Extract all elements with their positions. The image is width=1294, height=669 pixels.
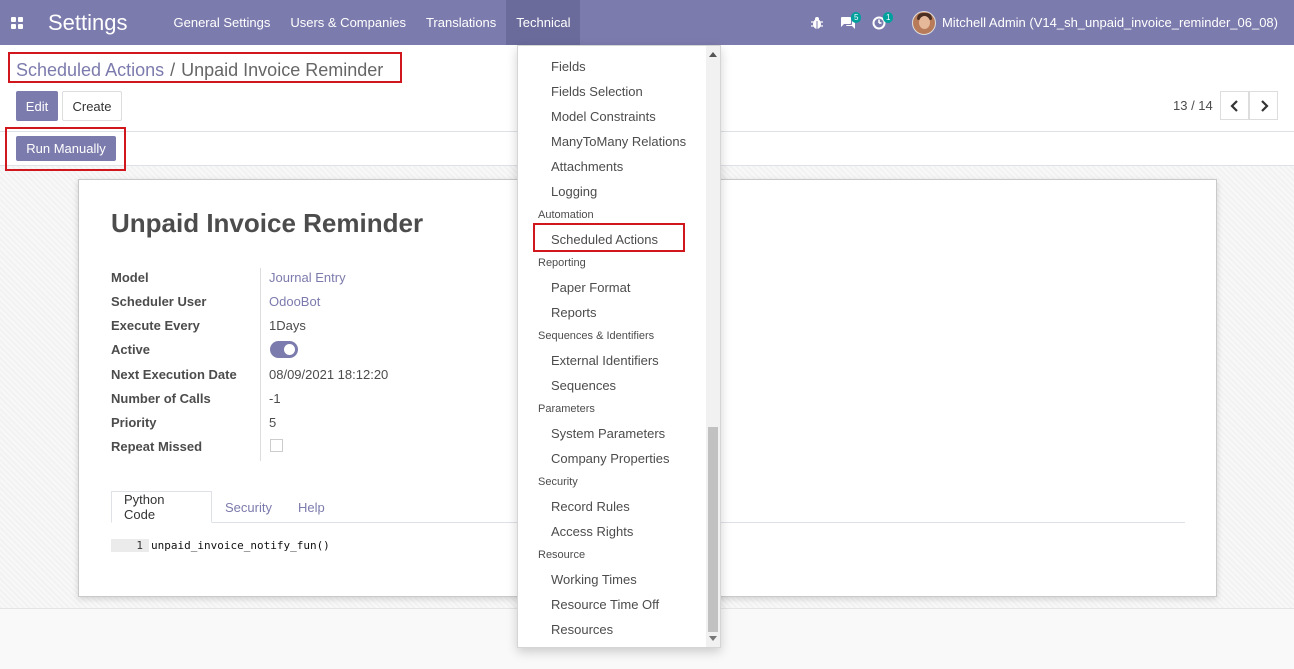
dropdown-header-parameters: Parameters bbox=[538, 403, 595, 415]
breadcrumb-scheduled-actions[interactable]: Scheduled Actions bbox=[16, 60, 164, 81]
dropdown-item-attachments[interactable]: Attachments bbox=[551, 159, 623, 174]
menu-users-companies[interactable]: Users & Companies bbox=[280, 0, 416, 45]
app-title: Settings bbox=[48, 9, 128, 35]
field-value-priority: 5 bbox=[269, 415, 277, 430]
technical-dropdown-menu: Fields Fields Selection Model Constraint… bbox=[517, 45, 721, 648]
field-label-execute-every: Execute Every bbox=[111, 318, 200, 333]
code-editor-line[interactable]: unpaid_invoice_notify_fun() bbox=[151, 539, 330, 552]
dropdown-header-security: Security bbox=[538, 476, 578, 488]
apps-menu-icon[interactable] bbox=[0, 0, 34, 45]
activities-count-badge: 1 bbox=[882, 12, 894, 23]
dropdown-item-sequences[interactable]: Sequences bbox=[551, 378, 616, 393]
field-value-scheduler-user[interactable]: OdooBot bbox=[269, 294, 320, 309]
user-menu-name[interactable]: Mitchell Admin (V14_sh_unpaid_invoice_re… bbox=[942, 15, 1278, 30]
menu-translations[interactable]: Translations bbox=[416, 0, 506, 45]
code-line-number: 1 bbox=[111, 539, 149, 552]
chevron-left-icon bbox=[1229, 99, 1238, 112]
tab-help[interactable]: Help bbox=[286, 491, 337, 523]
breadcrumb: Scheduled Actions / Unpaid Invoice Remin… bbox=[16, 60, 383, 81]
dropdown-header-automation: Automation bbox=[538, 209, 594, 221]
pager-previous-button[interactable] bbox=[1220, 91, 1249, 120]
messages-count-badge: 5 bbox=[850, 12, 862, 23]
messages-icon[interactable]: 5 bbox=[832, 0, 864, 45]
field-value-execute-every: 1Days bbox=[269, 318, 306, 333]
top-navbar: Settings General Settings Users & Compan… bbox=[0, 0, 1294, 45]
create-button[interactable]: Create bbox=[62, 91, 122, 121]
scroll-down-arrow-icon[interactable] bbox=[709, 636, 717, 641]
pager-next-button[interactable] bbox=[1249, 91, 1278, 120]
dropdown-header-sequences-identifiers: Sequences & Identifiers bbox=[538, 330, 655, 342]
dropdown-header-reporting: Reporting bbox=[538, 257, 586, 269]
tab-security[interactable]: Security bbox=[213, 491, 284, 523]
field-value-model[interactable]: Journal Entry bbox=[269, 270, 346, 285]
dropdown-item-external-identifiers[interactable]: External Identifiers bbox=[551, 353, 659, 368]
edit-button[interactable]: Edit bbox=[16, 91, 58, 121]
field-label-scheduler-user: Scheduler User bbox=[111, 294, 207, 309]
field-label-number-of-calls: Number of Calls bbox=[111, 391, 211, 406]
menu-general-settings[interactable]: General Settings bbox=[164, 0, 281, 45]
dropdown-header-resource: Resource bbox=[538, 549, 586, 561]
activities-clock-icon[interactable]: 1 bbox=[864, 0, 894, 45]
field-label-next-execution-date: Next Execution Date bbox=[111, 367, 237, 382]
field-label-active: Active bbox=[111, 342, 151, 357]
dropdown-item-company-properties[interactable]: Company Properties bbox=[551, 451, 670, 466]
pager-value[interactable]: 13 / 14 bbox=[1173, 98, 1213, 113]
dropdown-item-fields[interactable]: Fields bbox=[551, 59, 586, 74]
dropdown-item-paper-format[interactable]: Paper Format bbox=[551, 280, 630, 295]
breadcrumb-current: Unpaid Invoice Reminder bbox=[181, 60, 384, 80]
run-manually-button[interactable]: Run Manually bbox=[16, 136, 116, 161]
dropdown-item-model-constraints[interactable]: Model Constraints bbox=[551, 109, 656, 124]
dropdown-item-resource-time-off[interactable]: Resource Time Off bbox=[551, 597, 659, 612]
field-label-repeat-missed: Repeat Missed bbox=[111, 439, 203, 454]
dropdown-item-resources[interactable]: Resources bbox=[551, 622, 613, 637]
field-label-model: Model bbox=[111, 270, 149, 285]
field-value-number-of-calls: -1 bbox=[269, 391, 281, 406]
user-avatar[interactable] bbox=[911, 10, 936, 35]
scroll-up-arrow-icon[interactable] bbox=[709, 52, 717, 57]
field-label-priority: Priority bbox=[111, 415, 157, 430]
active-toggle[interactable] bbox=[270, 341, 298, 358]
chevron-right-icon bbox=[1260, 99, 1269, 112]
dropdown-item-scheduled-actions[interactable]: Scheduled Actions bbox=[551, 232, 658, 247]
dropdown-item-system-parameters[interactable]: System Parameters bbox=[551, 426, 665, 441]
dropdown-item-manytomany-relations[interactable]: ManyToMany Relations bbox=[551, 134, 686, 149]
dropdown-item-reports[interactable]: Reports bbox=[551, 305, 597, 320]
toggle-knob bbox=[284, 344, 295, 355]
dropdown-item-working-times[interactable]: Working Times bbox=[551, 572, 637, 587]
debug-bug-icon[interactable] bbox=[802, 0, 832, 45]
dropdown-item-logging[interactable]: Logging bbox=[551, 184, 597, 199]
breadcrumb-separator: / bbox=[170, 60, 176, 80]
scrollbar-thumb[interactable] bbox=[708, 427, 718, 632]
menu-technical[interactable]: Technical bbox=[506, 0, 581, 45]
repeat-missed-checkbox[interactable] bbox=[270, 439, 283, 452]
dropdown-item-fields-selection[interactable]: Fields Selection bbox=[551, 84, 643, 99]
dropdown-scrollbar[interactable] bbox=[706, 46, 720, 647]
field-value-next-execution-date: 08/09/2021 18:12:20 bbox=[269, 367, 389, 382]
record-title: Unpaid Invoice Reminder bbox=[111, 208, 424, 238]
systray: 5 1 Mitchell Admin (V14_sh_unpaid_invoic… bbox=[802, 0, 1294, 45]
field-separator bbox=[260, 268, 261, 461]
dropdown-item-record-rules[interactable]: Record Rules bbox=[551, 499, 630, 514]
dropdown-item-access-rights[interactable]: Access Rights bbox=[551, 524, 633, 539]
tab-python-code[interactable]: Python Code bbox=[111, 491, 212, 523]
